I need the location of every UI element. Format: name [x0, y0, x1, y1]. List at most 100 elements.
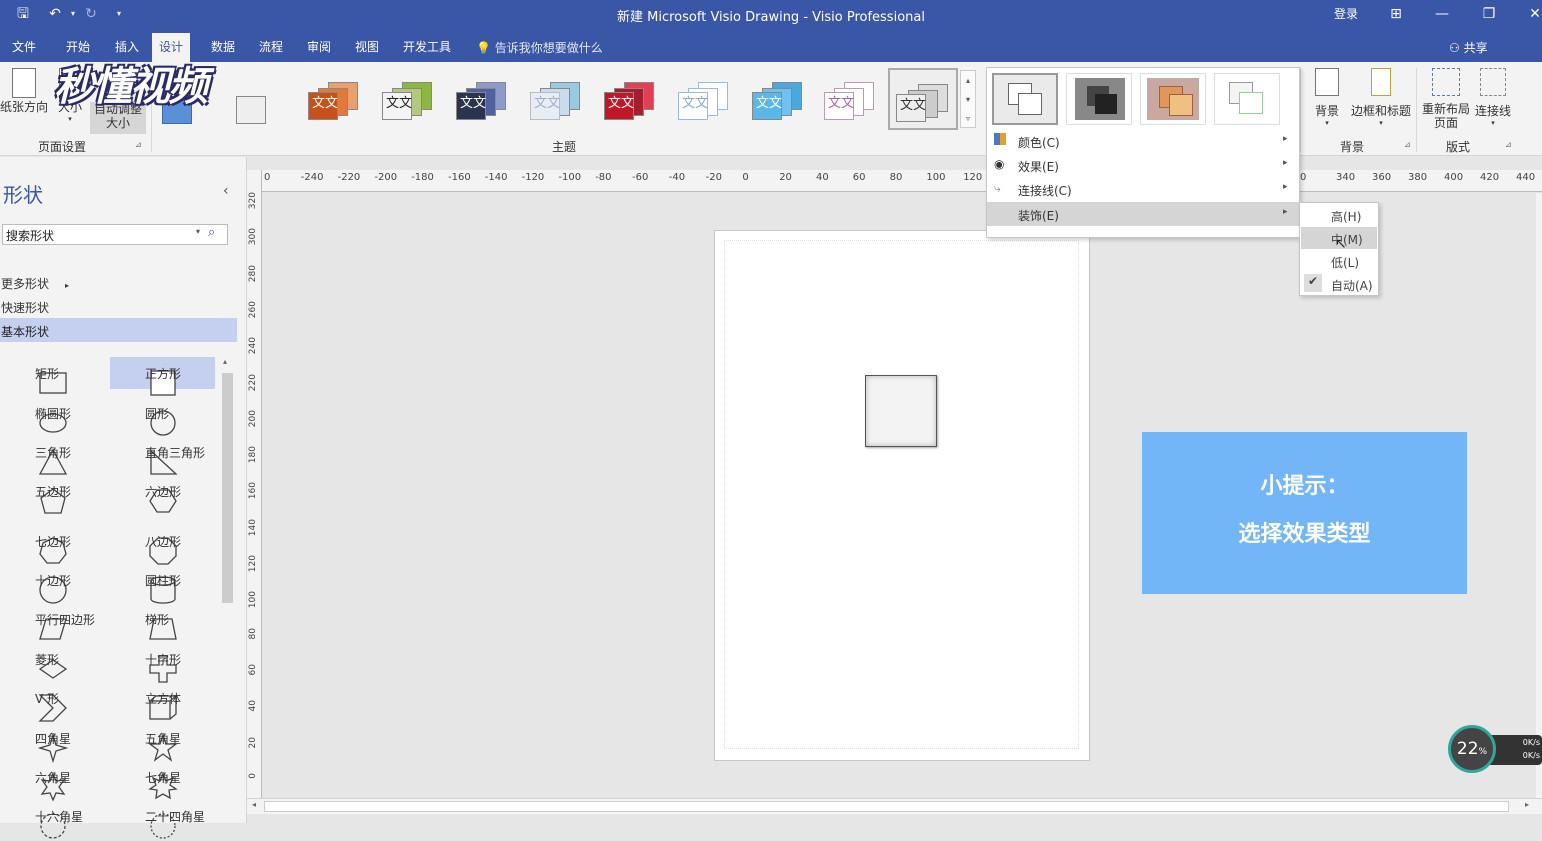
menu-item-effects[interactable]: ◉ 效果(E) ▸: [987, 153, 1299, 177]
connector-button[interactable]: 连接线 ▾: [1472, 68, 1514, 127]
shapes-title: 形状: [3, 183, 43, 207]
themes-group-label: 主题: [552, 140, 577, 154]
theme-thumb-9[interactable]: 文文: [750, 72, 808, 124]
ruler-tick-label: 120: [963, 172, 983, 183]
canvas-vscroll[interactable]: [1536, 193, 1542, 798]
variant-3[interactable]: [1140, 73, 1206, 125]
ribbon-display-icon[interactable]: ⊞: [1383, 3, 1409, 25]
orientation-button[interactable]: 纸张方向: [0, 68, 48, 115]
tell-me-search[interactable]: 💡 告诉我你想要做什么: [476, 39, 603, 56]
ruler-tick-label: -240: [300, 172, 324, 183]
shape-label: 矩形: [35, 367, 60, 381]
theme-thumb-8[interactable]: 文文: [676, 72, 734, 124]
scroll-down-icon[interactable]: ▾: [961, 90, 975, 109]
menu-item-colors[interactable]: 颜色(C) ▸: [987, 129, 1299, 153]
watermark-logo: 秒懂视频: [54, 64, 208, 110]
theme-thumb-3[interactable]: 文文: [306, 72, 364, 124]
shape-item[interactable]: 四角星: [0, 722, 105, 763]
variant-2[interactable]: [1066, 73, 1132, 125]
variant-1[interactable]: [992, 73, 1058, 125]
scroll-up-icon[interactable]: ▴: [961, 71, 975, 90]
tab-file[interactable]: 文件: [12, 38, 36, 58]
shape-item[interactable]: 五角星: [110, 722, 215, 762]
menu-item-connectors[interactable]: ⤷ 连接线(C) ▸: [987, 177, 1299, 201]
theme-thumb-11-selected[interactable]: 文文: [888, 68, 958, 130]
close-icon[interactable]: ✕: [1522, 3, 1542, 25]
scroll-up-icon[interactable]: ▴: [223, 357, 227, 366]
search-icon[interactable]: ⌕: [208, 225, 215, 240]
gauge-value: 22: [1456, 739, 1479, 759]
shape-item[interactable]: 三角形: [0, 436, 105, 475]
tab-view[interactable]: 视图: [355, 38, 379, 58]
minimize-icon[interactable]: —: [1429, 3, 1455, 25]
theme-gallery-scroll[interactable]: ▴ ▾ ▿: [960, 70, 976, 128]
decoration-high[interactable]: 高(H): [1301, 204, 1377, 226]
decoration-auto[interactable]: ✔ 自动(A): [1301, 273, 1377, 295]
background-button[interactable]: 背景 ▾: [1307, 68, 1347, 127]
shape-item[interactable]: V 形: [0, 682, 105, 722]
checkmark-icon: ✔: [1304, 274, 1322, 292]
theme-thumb-2[interactable]: [232, 72, 290, 124]
restore-icon[interactable]: ❐: [1476, 3, 1502, 25]
scroll-right-icon[interactable]: ▸: [1525, 800, 1529, 809]
shape-item[interactable]: 正方形: [110, 357, 215, 396]
shape-item[interactable]: 平行四边形: [0, 603, 105, 640]
shape-item[interactable]: 二十四角星: [110, 800, 215, 839]
shape-item[interactable]: 菱形: [0, 643, 105, 679]
shape-item[interactable]: 六角星: [0, 761, 105, 802]
tab-review[interactable]: 审阅: [307, 38, 331, 58]
gallery-more-icon[interactable]: ▿: [961, 109, 975, 128]
background-launcher-icon[interactable]: ⊿: [1404, 140, 1411, 149]
theme-thumb-10[interactable]: 文文: [822, 72, 880, 124]
relayout-button[interactable]: 重新布局 页面: [1420, 68, 1472, 130]
tip-title: 小提示：: [1260, 474, 1349, 499]
shape-item[interactable]: 椭圆形: [0, 397, 105, 433]
collapse-panel-icon[interactable]: ‹: [223, 183, 229, 199]
scroll-left-icon[interactable]: ◂: [252, 800, 256, 809]
tab-developer[interactable]: 开发工具: [403, 38, 451, 58]
tab-data[interactable]: 数据: [211, 38, 235, 58]
shape-item[interactable]: 七边形: [0, 525, 105, 564]
ruler-tick-label: -60: [632, 172, 649, 183]
shape-item[interactable]: 直角三角形: [110, 436, 215, 475]
variant-4[interactable]: [1214, 73, 1280, 125]
hscroll-thumb[interactable]: [264, 801, 1509, 812]
shape-item[interactable]: 矩形: [0, 357, 105, 394]
theme-thumb-4[interactable]: 文文: [380, 72, 438, 124]
shape-item[interactable]: 十字形: [110, 643, 215, 683]
shape-item[interactable]: 十边形: [0, 564, 105, 604]
shape-item[interactable]: 七角星: [110, 761, 215, 800]
ruler-tick-label: 40: [248, 700, 258, 712]
quick-shapes-item[interactable]: 快速形状: [1, 299, 49, 316]
page-setup-launcher-icon[interactable]: ⊿: [135, 140, 142, 149]
shape-item[interactable]: 五边形: [0, 475, 105, 514]
tab-process[interactable]: 流程: [259, 38, 283, 58]
border-title-button[interactable]: 边框和标题 ▾: [1347, 68, 1415, 127]
login-link[interactable]: 登录: [1330, 3, 1362, 25]
chevron-right-icon: ▸: [65, 281, 70, 290]
shape-item[interactable]: 梯形: [110, 603, 215, 640]
shape-item[interactable]: 十六角星: [0, 800, 105, 839]
shape-item[interactable]: 圆柱形: [110, 564, 215, 604]
shape-item[interactable]: 六边形: [110, 475, 215, 513]
search-dropdown-icon[interactable]: ▾: [196, 227, 200, 236]
theme-thumb-6[interactable]: 文文: [528, 72, 586, 124]
shapes-scroll-thumb[interactable]: [222, 373, 233, 603]
square-shape[interactable]: [865, 375, 937, 447]
shape-item[interactable]: 圆形: [110, 397, 215, 436]
theme-thumb-5[interactable]: 文文: [454, 72, 512, 124]
basic-shapes-item[interactable]: 基本形状: [0, 318, 237, 342]
theme-thumb-7[interactable]: 文文: [602, 72, 660, 124]
decoration-low[interactable]: 低(L): [1301, 250, 1377, 272]
shapes-scrollbar[interactable]: ▴: [221, 357, 234, 823]
canvas-hscroll[interactable]: ◂ ▸: [247, 798, 1542, 814]
menu-item-decoration[interactable]: 装饰(E) ▸: [987, 202, 1299, 226]
shape-label: 圆形: [145, 407, 170, 421]
more-shapes-item[interactable]: 更多形状 ▸: [1, 275, 69, 292]
network-monitor: 0K/s 0K/s 22%: [1448, 725, 1542, 773]
share-button[interactable]: ⚇ 共享: [1449, 39, 1488, 56]
shape-search-input[interactable]: 搜索形状: [2, 224, 228, 245]
layout-launcher-icon[interactable]: ⊿: [1505, 140, 1512, 149]
shape-item[interactable]: 立方体: [110, 682, 215, 720]
shape-item[interactable]: 八边形: [110, 525, 215, 565]
